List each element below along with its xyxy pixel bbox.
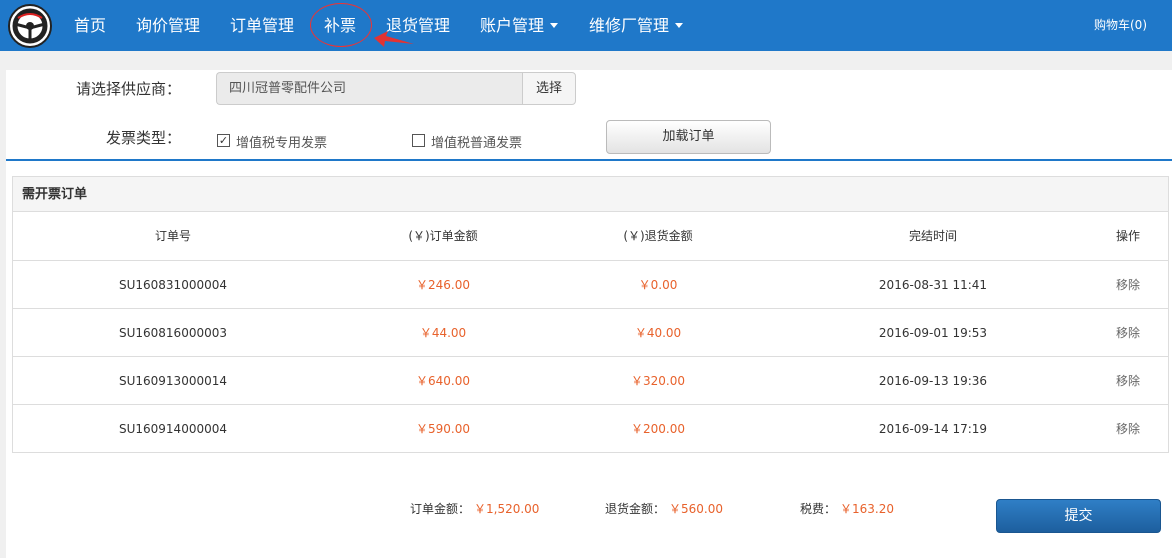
order-amount: ￥640.00 — [416, 374, 470, 388]
table-row: SU160816000003 ￥44.00 ￥40.00 2016-09-01 … — [13, 309, 1168, 357]
complete-time: 2016-08-31 11:41 — [878, 278, 988, 292]
order-amount: ￥590.00 — [416, 422, 470, 436]
order-amount: ￥44.00 — [419, 326, 467, 340]
tax-value: ￥163.20 — [840, 502, 894, 516]
order-no: SU160816000003 — [118, 326, 228, 340]
table-header-row: 订单号 (￥)订单金额 (￥)退货金额 完结时间 操作 — [13, 212, 1168, 261]
vat-normal-label[interactable]: 增值税普通发票 — [431, 132, 522, 151]
col-complete-time: 完结时间 — [908, 229, 957, 243]
caret-down-icon — [675, 23, 684, 28]
nav-orders[interactable]: 订单管理 — [230, 0, 294, 51]
nav-home[interactable]: 首页 — [74, 0, 106, 51]
col-order-amount: (￥)订单金额 — [408, 229, 478, 243]
order-amount: ￥246.00 — [416, 278, 470, 292]
remove-link[interactable]: 移除 — [1103, 357, 1153, 405]
tax-label: 税费： — [800, 502, 837, 516]
refund-amount: ￥0.00 — [638, 278, 678, 292]
col-refund-amount: (￥)退货金额 — [623, 229, 693, 243]
order-no: SU160913000014 — [118, 374, 228, 388]
col-action: 操作 — [1115, 229, 1140, 243]
complete-time: 2016-09-14 17:19 — [878, 422, 988, 436]
invoice-type-label: 发票类型： — [105, 129, 181, 147]
table-row: SU160913000014 ￥640.00 ￥320.00 2016-09-1… — [13, 357, 1168, 405]
order-no: SU160914000004 — [118, 422, 228, 436]
brand-logo[interactable] — [8, 4, 52, 48]
top-navbar: 首页 询价管理 订单管理 补票 退货管理 账户管理 维修厂管理 购物车(0) — [0, 0, 1172, 51]
table-row: SU160831000004 ￥246.00 ￥0.00 2016-08-31 … — [13, 261, 1168, 309]
complete-time: 2016-09-13 19:36 — [878, 374, 988, 388]
supplier-field[interactable]: 四川冠普零配件公司 — [216, 72, 523, 105]
complete-time: 2016-09-01 19:53 — [878, 326, 988, 340]
remove-link[interactable]: 移除 — [1103, 309, 1153, 357]
supplier-label: 请选择供应商： — [75, 80, 181, 98]
remove-link[interactable]: 移除 — [1103, 261, 1153, 309]
remove-link[interactable]: 移除 — [1103, 405, 1153, 453]
nav-inquiry[interactable]: 询价管理 — [136, 0, 200, 51]
card-title: 需开票订单 — [13, 177, 1168, 212]
load-orders-button[interactable]: 加载订单 — [606, 120, 771, 154]
table-row: SU160914000004 ￥590.00 ￥200.00 2016-09-1… — [13, 405, 1168, 453]
nav-account-label: 账户管理 — [480, 16, 545, 35]
col-order-no: 订单号 — [154, 229, 191, 243]
submit-button[interactable]: 提交 — [996, 499, 1161, 533]
nav-repair-shop-label: 维修厂管理 — [589, 16, 670, 35]
main-panel: 请选择供应商： 四川冠普零配件公司 选择 发票类型： ✓ 增值税专用发票 增值税… — [6, 70, 1172, 558]
nav-account[interactable]: 账户管理 — [480, 0, 559, 51]
order-no: SU160831000004 — [118, 278, 228, 292]
order-total-value: ￥1,520.00 — [474, 502, 540, 516]
caret-down-icon — [550, 23, 559, 28]
orders-card: 需开票订单 订单号 (￥)订单金额 (￥)退货金额 完结时间 操作 SU1608… — [12, 176, 1169, 453]
vat-special-label[interactable]: 增值税专用发票 — [236, 132, 327, 151]
refund-total-value: ￥560.00 — [669, 502, 723, 516]
refund-amount: ￥40.00 — [634, 326, 682, 340]
order-total-label: 订单金额： — [410, 502, 471, 516]
cart-link[interactable]: 购物车(0) — [1094, 0, 1147, 51]
annotation-arrow-icon — [374, 31, 414, 47]
section-divider — [6, 159, 1172, 161]
refund-total-label: 退货金额： — [605, 502, 666, 516]
vat-special-checkbox[interactable]: ✓ — [217, 134, 230, 147]
vat-normal-checkbox[interactable] — [412, 134, 425, 147]
refund-amount: ￥200.00 — [631, 422, 685, 436]
steering-wheel-icon — [12, 8, 48, 44]
refund-amount: ￥320.00 — [631, 374, 685, 388]
nav-repair-shop[interactable]: 维修厂管理 — [589, 0, 684, 51]
select-supplier-button[interactable]: 选择 — [522, 72, 576, 105]
annotation-circle — [310, 3, 372, 47]
